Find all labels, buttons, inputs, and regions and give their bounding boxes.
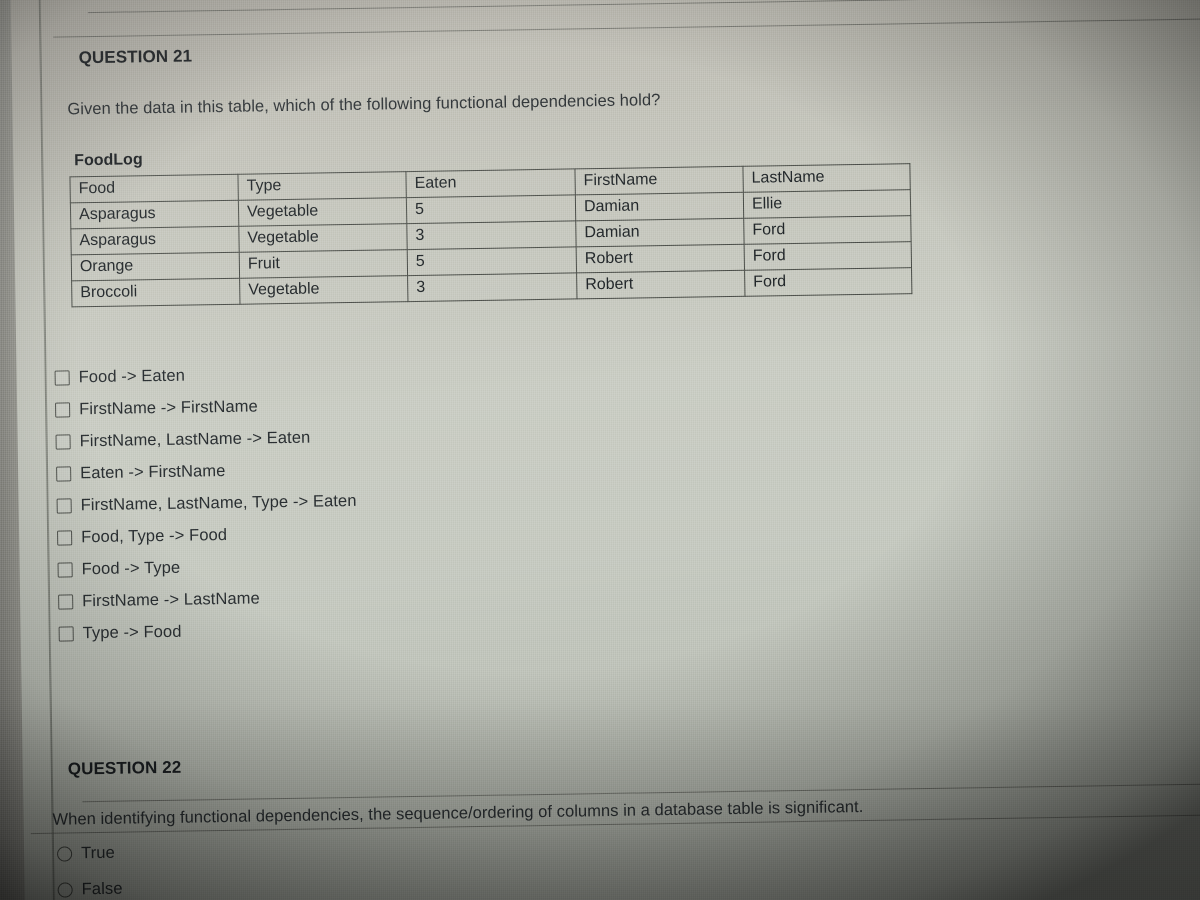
table-cell: 5 (407, 246, 577, 276)
table-cell: Broccoli (71, 278, 241, 307)
answer-option-label: FirstName, LastName, Type -> Eaten (80, 491, 357, 514)
radio-button-icon[interactable] (56, 845, 73, 862)
checkbox-icon[interactable] (55, 433, 71, 450)
table-header-cell: FirstName (574, 166, 744, 195)
table-header-cell: Eaten (405, 168, 576, 198)
table-header-cell: LastName (742, 163, 911, 193)
answer-option-label: False (81, 879, 123, 898)
checkbox-icon[interactable] (56, 497, 72, 514)
table-cell: Robert (576, 270, 745, 299)
table-cell: Ford (744, 241, 912, 271)
table-cell: 3 (407, 272, 577, 302)
table-cell: Vegetable (238, 197, 407, 227)
question-21-prompt: Given the data in this table, which of t… (67, 91, 661, 119)
content-column: QUESTION 21 Given the data in this table… (30, 0, 1200, 900)
foodlog-table: Food Type Eaten FirstName LastName Aspar… (69, 163, 912, 307)
checkbox-icon[interactable] (57, 529, 73, 546)
question-21-section: QUESTION 21 Given the data in this table… (54, 32, 1117, 649)
answer-option-label: FirstName -> LastName (82, 588, 260, 610)
table-cell: Damian (575, 218, 745, 247)
table-header-cell: Type (237, 171, 407, 201)
answer-option-label: True (80, 843, 115, 862)
table-cell: Fruit (239, 249, 408, 279)
answer-option-label: Type -> Food (82, 622, 182, 642)
table-cell: 5 (406, 194, 576, 224)
table-header-cell: Food (69, 174, 239, 203)
table-cell: Damian (575, 192, 744, 221)
screen-surface: QUESTION 21 Given the data in this table… (0, 0, 1200, 900)
table-cell: Asparagus (70, 226, 240, 255)
checkbox-icon[interactable] (55, 401, 71, 418)
answer-option-label: Eaten -> FirstName (79, 461, 226, 482)
table-cell: Ellie (743, 189, 911, 219)
foodlog-table-caption: FoodLog (74, 151, 143, 170)
question-21-title: QUESTION 21 (78, 46, 193, 68)
question-22-title: QUESTION 22 (67, 757, 182, 779)
table-cell: Robert (576, 244, 745, 273)
answer-option-label: Food -> Type (81, 558, 181, 578)
answer-option-label: Food, Type -> Food (80, 525, 228, 546)
table-cell: Vegetable (239, 275, 408, 305)
radio-button-icon[interactable] (57, 881, 73, 898)
table-cell: 3 (406, 220, 577, 250)
question-22-section: QUESTION 22 When identifying functional … (30, 743, 1200, 900)
answer-option-label: FirstName, LastName -> Eaten (79, 428, 311, 450)
window-left-gutter (0, 0, 26, 900)
table-cell: Orange (71, 252, 240, 281)
question-21-answer-list: Food -> Eaten FirstName -> FirstName Fir… (54, 345, 1117, 650)
window-left-border (38, 0, 56, 900)
quiz-screenshot-photo: QUESTION 21 Given the data in this table… (0, 0, 1200, 900)
table-cell: Ford (743, 215, 912, 245)
checkbox-icon[interactable] (58, 593, 74, 610)
table-cell: Asparagus (70, 200, 239, 229)
table-cell: Ford (744, 267, 912, 297)
answer-option-label: FirstName -> FirstName (78, 396, 258, 418)
answer-option-label: Food -> Eaten (78, 366, 186, 386)
checkbox-icon[interactable] (58, 625, 74, 642)
table-cell: Vegetable (238, 223, 408, 253)
checkbox-icon[interactable] (57, 561, 73, 578)
checkbox-icon[interactable] (54, 369, 70, 386)
checkbox-icon[interactable] (56, 465, 72, 482)
